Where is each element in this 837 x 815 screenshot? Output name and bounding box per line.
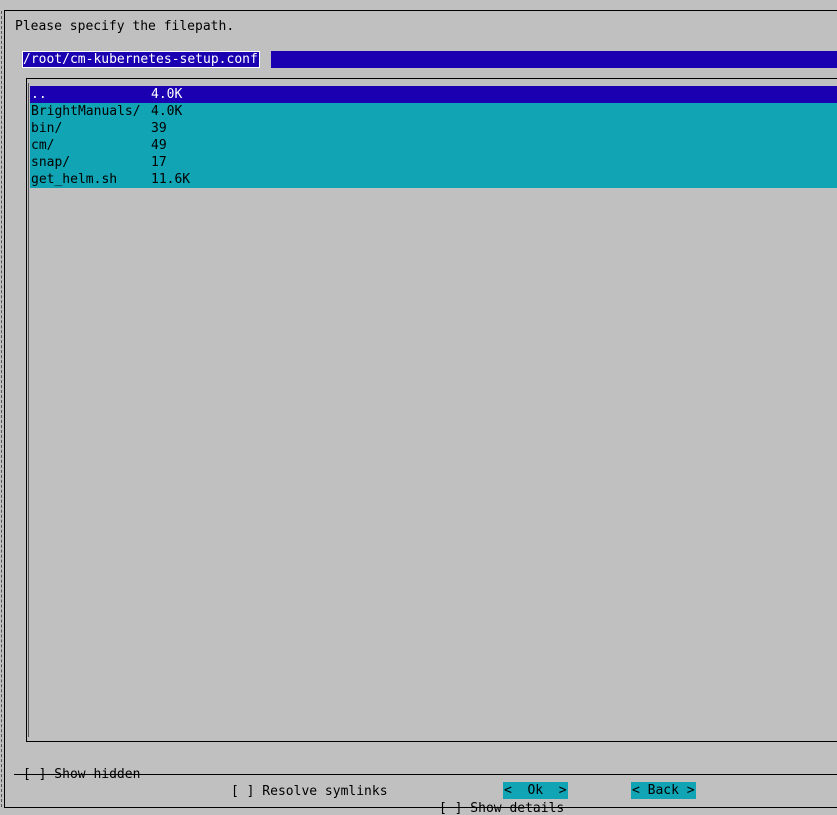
file-row-snap[interactable]: snap/ 17 xyxy=(30,154,837,171)
file-name: get_helm.sh xyxy=(31,172,118,187)
dialog-prompt: Please specify the filepath. xyxy=(15,19,235,34)
file-size: 39 xyxy=(151,121,167,136)
file-size: 17 xyxy=(151,155,167,170)
file-name: snap/ xyxy=(31,155,71,170)
file-row-brightmanuals[interactable]: BrightManuals/ 4.0K xyxy=(30,103,837,120)
path-input-fill[interactable] xyxy=(271,51,837,68)
file-size: 49 xyxy=(151,138,167,153)
file-size: 4.0K xyxy=(151,104,183,119)
file-row-parent[interactable]: .. 4.0K xyxy=(30,86,837,103)
show-details-checkbox[interactable]: [ ] Show details xyxy=(439,800,564,815)
file-row-get-helm[interactable]: get_helm.sh 11.6K xyxy=(30,171,837,188)
file-name: BrightManuals/ xyxy=(31,104,141,119)
file-size: 4.0K xyxy=(151,87,183,102)
options-row: [ ] Show hidden [ ] Resolve symlinks [ ]… xyxy=(23,749,564,815)
file-name: cm/ xyxy=(31,138,55,153)
path-input-row[interactable]: /root/cm-kubernetes-setup.conf xyxy=(22,51,260,68)
path-input[interactable]: /root/cm-kubernetes-setup.conf xyxy=(22,51,260,68)
file-size: 11.6K xyxy=(151,172,191,187)
button-divider xyxy=(14,774,837,775)
file-list[interactable]: .. 4.0K BrightManuals/ 4.0K bin/ 39 cm/ … xyxy=(30,86,837,188)
terminal-screen: Please specify the filepath. /root/cm-ku… xyxy=(0,0,837,815)
back-button[interactable]: < Back > xyxy=(631,782,696,799)
file-name: bin/ xyxy=(31,121,63,136)
file-row-cm[interactable]: cm/ 49 xyxy=(30,137,837,154)
ok-button[interactable]: < Ok > xyxy=(503,782,568,799)
file-row-bin[interactable]: bin/ 39 xyxy=(30,120,837,137)
file-name: .. xyxy=(31,87,47,102)
resolve-symlinks-checkbox[interactable]: [ ] Resolve symlinks xyxy=(231,783,388,800)
